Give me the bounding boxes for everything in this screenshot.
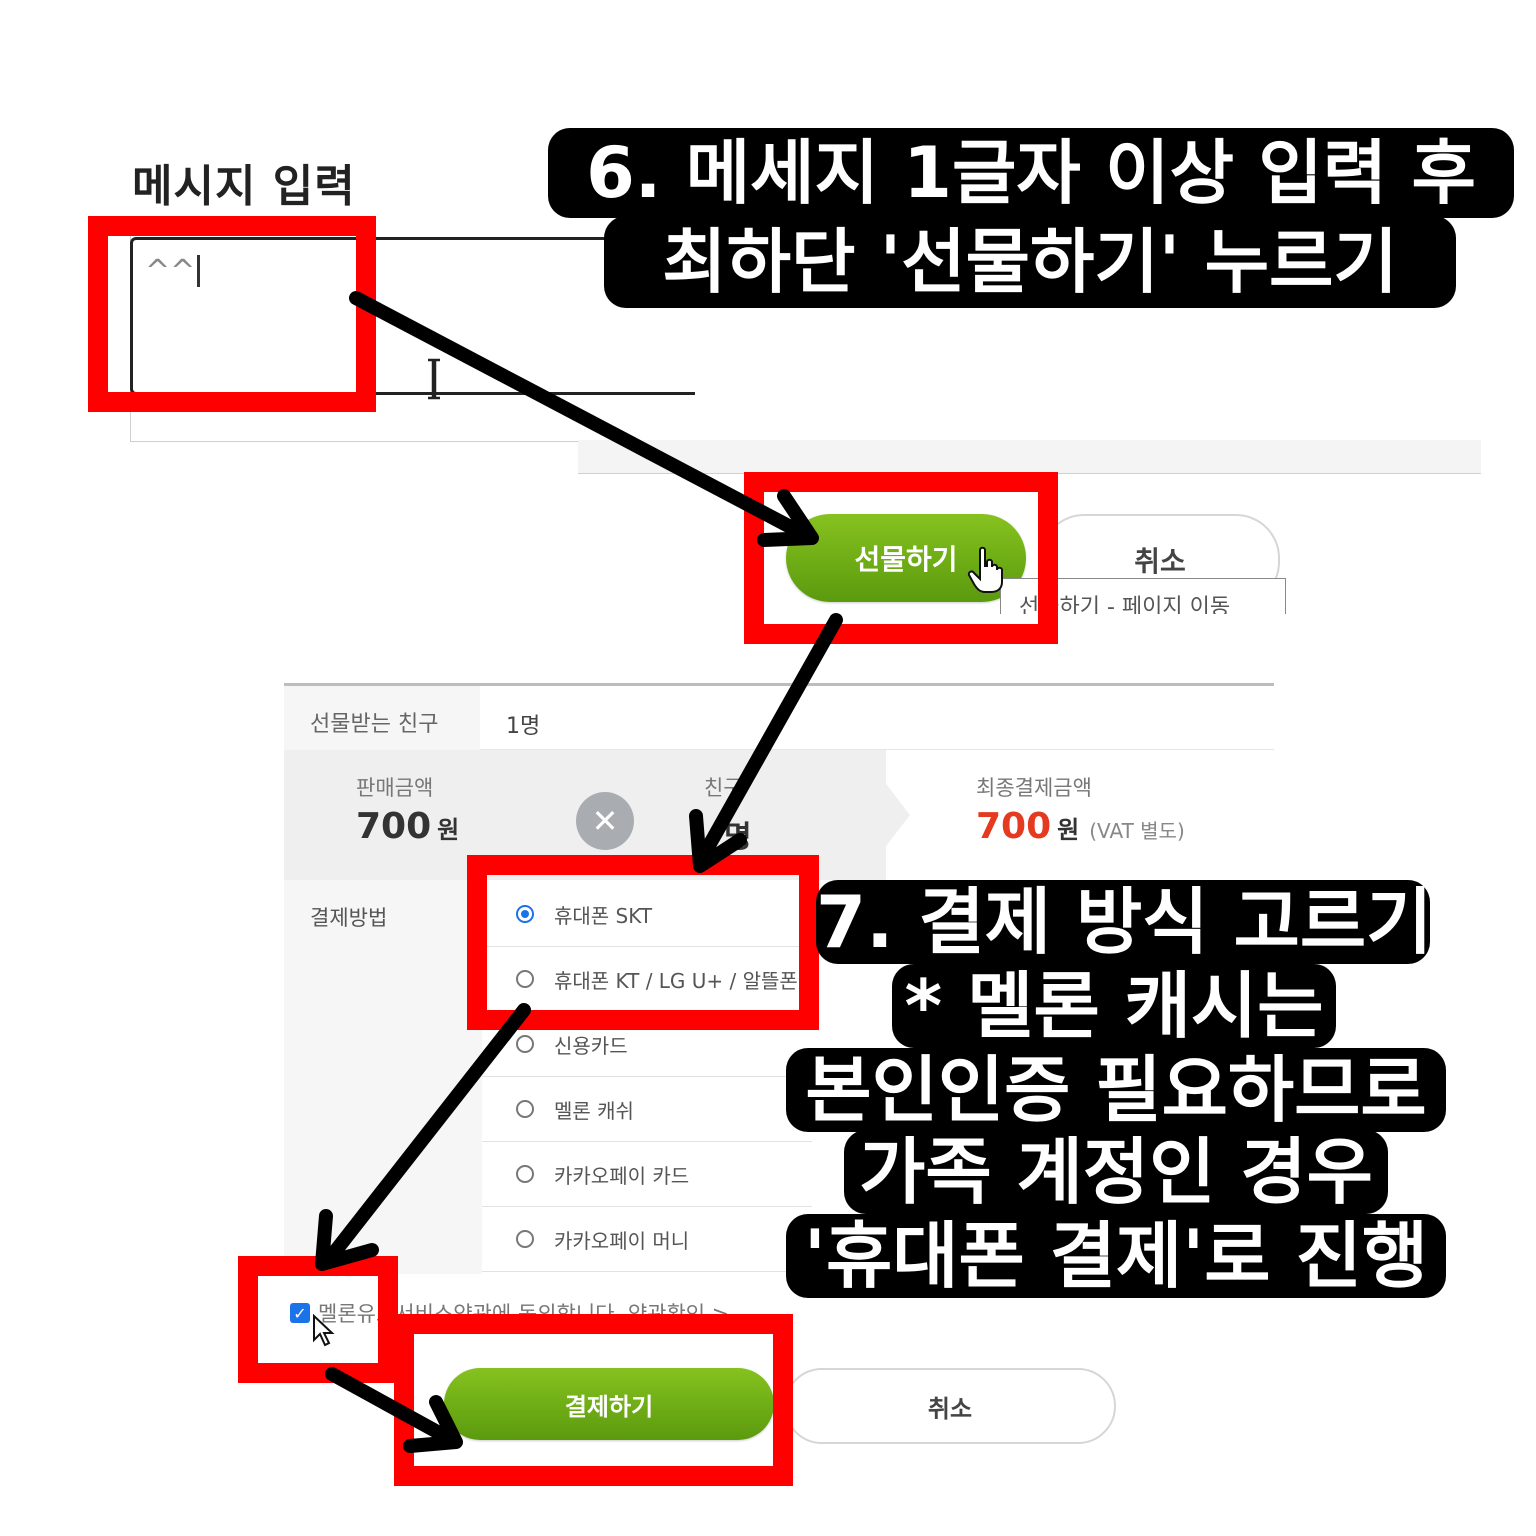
step6-caption-line2: 최하단 '선물하기' 누르기 bbox=[604, 216, 1456, 308]
arrow-to-pay-button bbox=[325, 1367, 463, 1453]
step6-caption-line1: 6. 메세지 1글자 이상 입력 후 bbox=[548, 128, 1514, 218]
step7-caption-line4: 가족 계정인 경우 bbox=[844, 1130, 1388, 1214]
step7-caption-line3: 본인인증 필요하므로 bbox=[786, 1048, 1446, 1132]
step7-caption-line2: * 멜론 캐시는 bbox=[892, 964, 1336, 1048]
step7-caption-line5: '휴대폰 결제'로 진행 bbox=[786, 1214, 1446, 1298]
arrow-to-payment-method bbox=[689, 613, 843, 873]
arrow-to-agree-checkbox bbox=[315, 1003, 531, 1271]
step7-caption-line1: 7. 결제 방식 고르기 bbox=[816, 880, 1433, 964]
arrow-to-gift-button bbox=[349, 291, 819, 547]
